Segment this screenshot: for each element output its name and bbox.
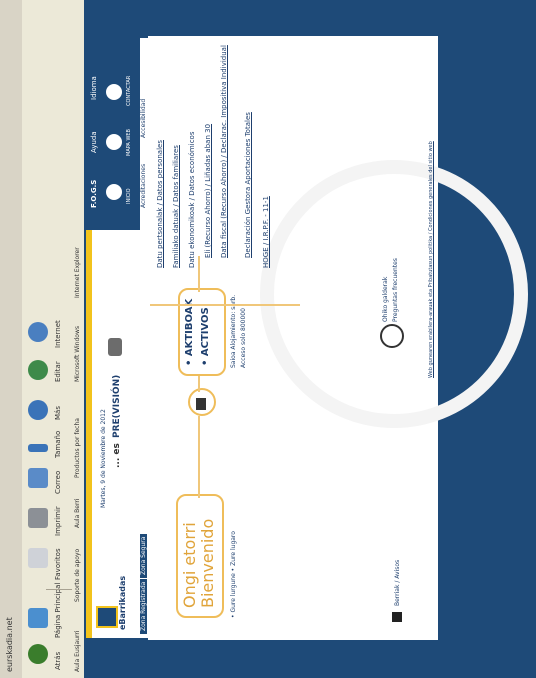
link-item[interactable]: Productos por fecha <box>74 418 81 478</box>
zona-segura-tab[interactable]: Zona Segura <box>140 533 147 578</box>
window-titlebar: eurskadia.net <box>0 0 23 678</box>
menu-link[interactable]: Declaración Gestora Aportaciones Totales <box>244 112 252 258</box>
back-arrow-icon[interactable] <box>28 644 48 664</box>
welcome-es: Bienvenido <box>198 518 217 608</box>
help-es[interactable]: Preguntas frecuentes <box>392 258 399 322</box>
menu-link[interactable]: Eli (Recurso Ahorro) / Liñadas aban 30 <box>204 124 212 258</box>
link-item[interactable]: Aula Eusjaurri <box>74 630 81 672</box>
mail-label: Correo <box>54 470 62 494</box>
mail-icon[interactable] <box>28 468 48 488</box>
font-size-icon[interactable] <box>28 444 48 452</box>
slogan-brand: PRE(VISIÓN) <box>112 374 122 438</box>
print-icon[interactable] <box>28 508 48 528</box>
footer-news-link[interactable]: Berriak / Avisos <box>394 560 401 606</box>
link-item[interactable]: Microsoft Windows <box>74 326 81 382</box>
window-title: eurskadia.net <box>5 617 14 672</box>
connector-line <box>198 256 200 292</box>
connector-line <box>198 376 200 392</box>
lang-note: • Gure lurgune • Zure lugaro <box>230 531 237 618</box>
edit-icon[interactable] <box>28 360 48 380</box>
nav-icon-label: MAPA WEB <box>126 129 132 156</box>
slogan-prefix: ... es <box>112 443 122 468</box>
help-eu[interactable]: Ohiko galderak <box>382 277 389 322</box>
home-nav-icon[interactable] <box>106 184 122 200</box>
link-item[interactable]: Aula Berri <box>74 499 81 528</box>
print-label: Imprimir <box>54 506 62 536</box>
zona-registrada-tab[interactable]: Zona Registrada <box>140 578 147 634</box>
font-size-label: Tamaño <box>54 430 62 458</box>
site-logo-text: eBarrikadas <box>118 575 127 630</box>
link-item[interactable]: Soporte de apoyo <box>74 549 81 602</box>
welcome-eu: Ongi etorri <box>180 522 199 608</box>
rotated-browser-window: eurskadia.net Atrás Página Principal Fav… <box>0 0 536 678</box>
menu-link[interactable]: Familiako datuak / Datos familiares <box>172 145 180 268</box>
menu-link[interactable]: HOGE / I.R.P.F. - 11-1 <box>262 196 270 268</box>
site-logo-icon[interactable] <box>96 606 118 628</box>
help-icon[interactable] <box>380 324 404 348</box>
lock-icon <box>196 398 206 410</box>
menu-link[interactable]: Datu pertsonalak / Datos personales <box>156 140 164 268</box>
nav-ayuda[interactable]: Ayuda <box>90 131 98 153</box>
info-note: Acceso solo 800000 <box>240 308 247 368</box>
nav-icon-label: INICIO <box>126 188 132 204</box>
internet-label: Internet <box>54 320 62 348</box>
menu-link[interactable]: Data fiscal (Recurso Ahorro) / Declarac.… <box>220 45 228 258</box>
screen: eurskadia.net Atrás Página Principal Fav… <box>0 0 536 678</box>
edit-label: Editar <box>54 361 62 382</box>
news-icon[interactable] <box>392 612 402 622</box>
more-icon[interactable] <box>28 400 48 420</box>
connector-line <box>198 416 200 498</box>
subnav-link[interactable]: Acreditaciones <box>140 164 147 208</box>
home-label: Página Principal <box>54 582 62 638</box>
more-label: Más <box>54 406 62 420</box>
menu-heading: Datu ekonomikoak / Datos económicos <box>188 131 196 268</box>
mascot-icon <box>108 338 122 356</box>
favorites-icon[interactable] <box>28 548 48 568</box>
nav-fogs[interactable]: F.O.G.S <box>90 180 98 208</box>
globe-icon[interactable] <box>28 322 48 342</box>
activos-eu[interactable]: • AKTIBOAK <box>184 299 195 366</box>
contact-nav-icon[interactable] <box>106 84 122 100</box>
connector-line <box>150 304 300 306</box>
footer-legal-link[interactable]: Web gunearen erabilera-arauak eta Pribat… <box>428 141 434 378</box>
nav-icon-label: CONTACTAR <box>126 75 132 106</box>
browser-toolbar: Atrás Página Principal Favoritos Imprimi… <box>22 0 90 678</box>
sitemap-nav-icon[interactable] <box>106 134 122 150</box>
header-date: Martes, 9 de Noviembre de 2012 <box>100 409 107 508</box>
link-item[interactable]: Internet Explorer <box>74 247 81 298</box>
activos-es[interactable]: • ACTIVOS <box>200 307 211 366</box>
favorites-label: Favoritos <box>54 548 62 580</box>
home-icon[interactable] <box>28 608 48 628</box>
nav-idioma[interactable]: Idioma <box>90 76 98 100</box>
back-label: Atrás <box>54 651 62 670</box>
subnav-link[interactable]: Accesibilidad <box>140 99 147 138</box>
